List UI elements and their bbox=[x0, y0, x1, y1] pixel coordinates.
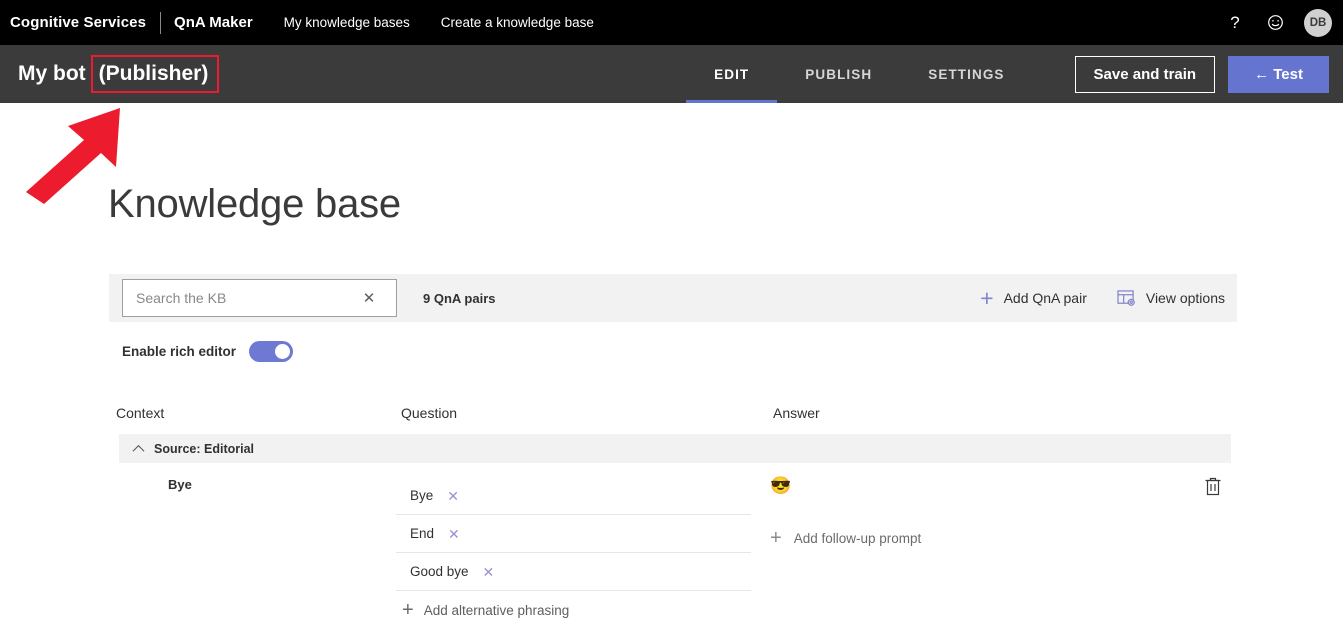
plus-icon: + bbox=[402, 598, 414, 621]
clear-search-icon[interactable]: ✕ bbox=[352, 280, 386, 316]
search-input[interactable] bbox=[134, 281, 352, 315]
rich-editor-toggle-row: Enable rich editor bbox=[122, 341, 294, 362]
kb-header-actions: Save and train ← Test bbox=[1074, 55, 1329, 93]
test-button[interactable]: ← Test bbox=[1228, 55, 1329, 93]
cognitive-services-brand[interactable]: Cognitive Services bbox=[10, 14, 146, 31]
add-qna-pair-label: Add QnA pair bbox=[1003, 290, 1087, 306]
question-item[interactable]: Good bye ✕ bbox=[396, 553, 751, 591]
add-alternative-phrasing-button[interactable]: + Add alternative phrasing bbox=[396, 594, 751, 626]
global-nav-bar: Cognitive Services QnA Maker My knowledg… bbox=[0, 0, 1343, 45]
delete-qna-pair-button[interactable] bbox=[1203, 476, 1225, 498]
publisher-badge: (Publisher) bbox=[90, 55, 220, 93]
question-text: End bbox=[410, 526, 435, 541]
nav-link-create-knowledge-base[interactable]: Create a knowledge base bbox=[441, 15, 594, 30]
question-item[interactable]: End ✕ bbox=[396, 515, 751, 553]
tab-settings[interactable]: SETTINGS bbox=[900, 45, 1032, 103]
column-header-answer: Answer bbox=[773, 405, 820, 421]
rich-editor-toggle[interactable] bbox=[249, 341, 294, 362]
plus-icon: + bbox=[980, 284, 994, 311]
remove-question-icon[interactable]: ✕ bbox=[447, 489, 459, 503]
chevron-up-icon[interactable] bbox=[132, 444, 145, 453]
add-follow-up-prompt-button[interactable]: + Add follow-up prompt bbox=[770, 527, 1170, 550]
column-header-question: Question bbox=[401, 405, 458, 421]
search-box[interactable]: ✕ bbox=[122, 279, 397, 317]
kb-header-bar: My bot (Publisher) EDIT PUBLISH SETTINGS… bbox=[0, 45, 1343, 103]
remove-question-icon[interactable]: ✕ bbox=[448, 527, 460, 541]
answer-cell[interactable]: 😎 + Add follow-up prompt bbox=[770, 477, 1170, 550]
view-options-button[interactable]: View options bbox=[1117, 289, 1225, 307]
plus-icon: + bbox=[770, 527, 782, 549]
table-settings-icon bbox=[1117, 289, 1136, 307]
smiley-icon[interactable] bbox=[1255, 0, 1295, 45]
add-qna-pair-button[interactable]: + Add QnA pair bbox=[980, 284, 1087, 311]
remove-question-icon[interactable]: ✕ bbox=[483, 565, 495, 579]
tab-edit[interactable]: EDIT bbox=[686, 45, 778, 103]
source-label: Source: Editorial bbox=[154, 441, 255, 456]
column-header-context: Context bbox=[116, 405, 165, 421]
tab-publish[interactable]: PUBLISH bbox=[777, 45, 900, 103]
question-text: Bye bbox=[410, 488, 434, 503]
kb-identity: My bot (Publisher) bbox=[18, 55, 220, 93]
global-nav-actions: ? DB bbox=[1215, 0, 1332, 45]
nav-divider bbox=[160, 11, 162, 34]
rich-editor-label: Enable rich editor bbox=[122, 344, 237, 359]
question-item[interactable]: Bye ✕ bbox=[396, 477, 751, 515]
toolbar-right-actions: + Add QnA pair View options bbox=[950, 284, 1225, 311]
qna-maker-product-name[interactable]: QnA Maker bbox=[174, 14, 253, 31]
question-list: Bye ✕ End ✕ Good bye ✕ + Add alternative… bbox=[396, 477, 751, 626]
grid-column-headers: Context Question Answer bbox=[116, 405, 1236, 421]
toggle-knob bbox=[275, 344, 291, 359]
view-options-label: View options bbox=[1145, 290, 1225, 306]
add-follow-up-prompt-label: Add follow-up prompt bbox=[793, 531, 922, 546]
user-avatar[interactable]: DB bbox=[1304, 8, 1332, 37]
save-and-train-button[interactable]: Save and train bbox=[1074, 55, 1216, 93]
kb-tabs: EDIT PUBLISH SETTINGS bbox=[686, 45, 1032, 103]
page-title: Knowledge base bbox=[108, 182, 401, 226]
help-icon[interactable]: ? bbox=[1215, 0, 1255, 45]
nav-link-my-knowledge-bases[interactable]: My knowledge bases bbox=[284, 15, 410, 30]
question-text: Good bye bbox=[410, 564, 469, 579]
add-alternative-phrasing-label: Add alternative phrasing bbox=[423, 602, 570, 618]
qna-context-value: Bye bbox=[168, 477, 192, 492]
qna-pairs-count: 9 QnA pairs bbox=[423, 290, 496, 306]
source-group-row[interactable]: Source: Editorial bbox=[119, 434, 1231, 463]
bot-name: My bot bbox=[18, 62, 86, 85]
kb-command-toolbar: ✕ 9 QnA pairs + Add QnA pair View option… bbox=[109, 274, 1237, 322]
answer-text: 😎 bbox=[770, 476, 792, 495]
